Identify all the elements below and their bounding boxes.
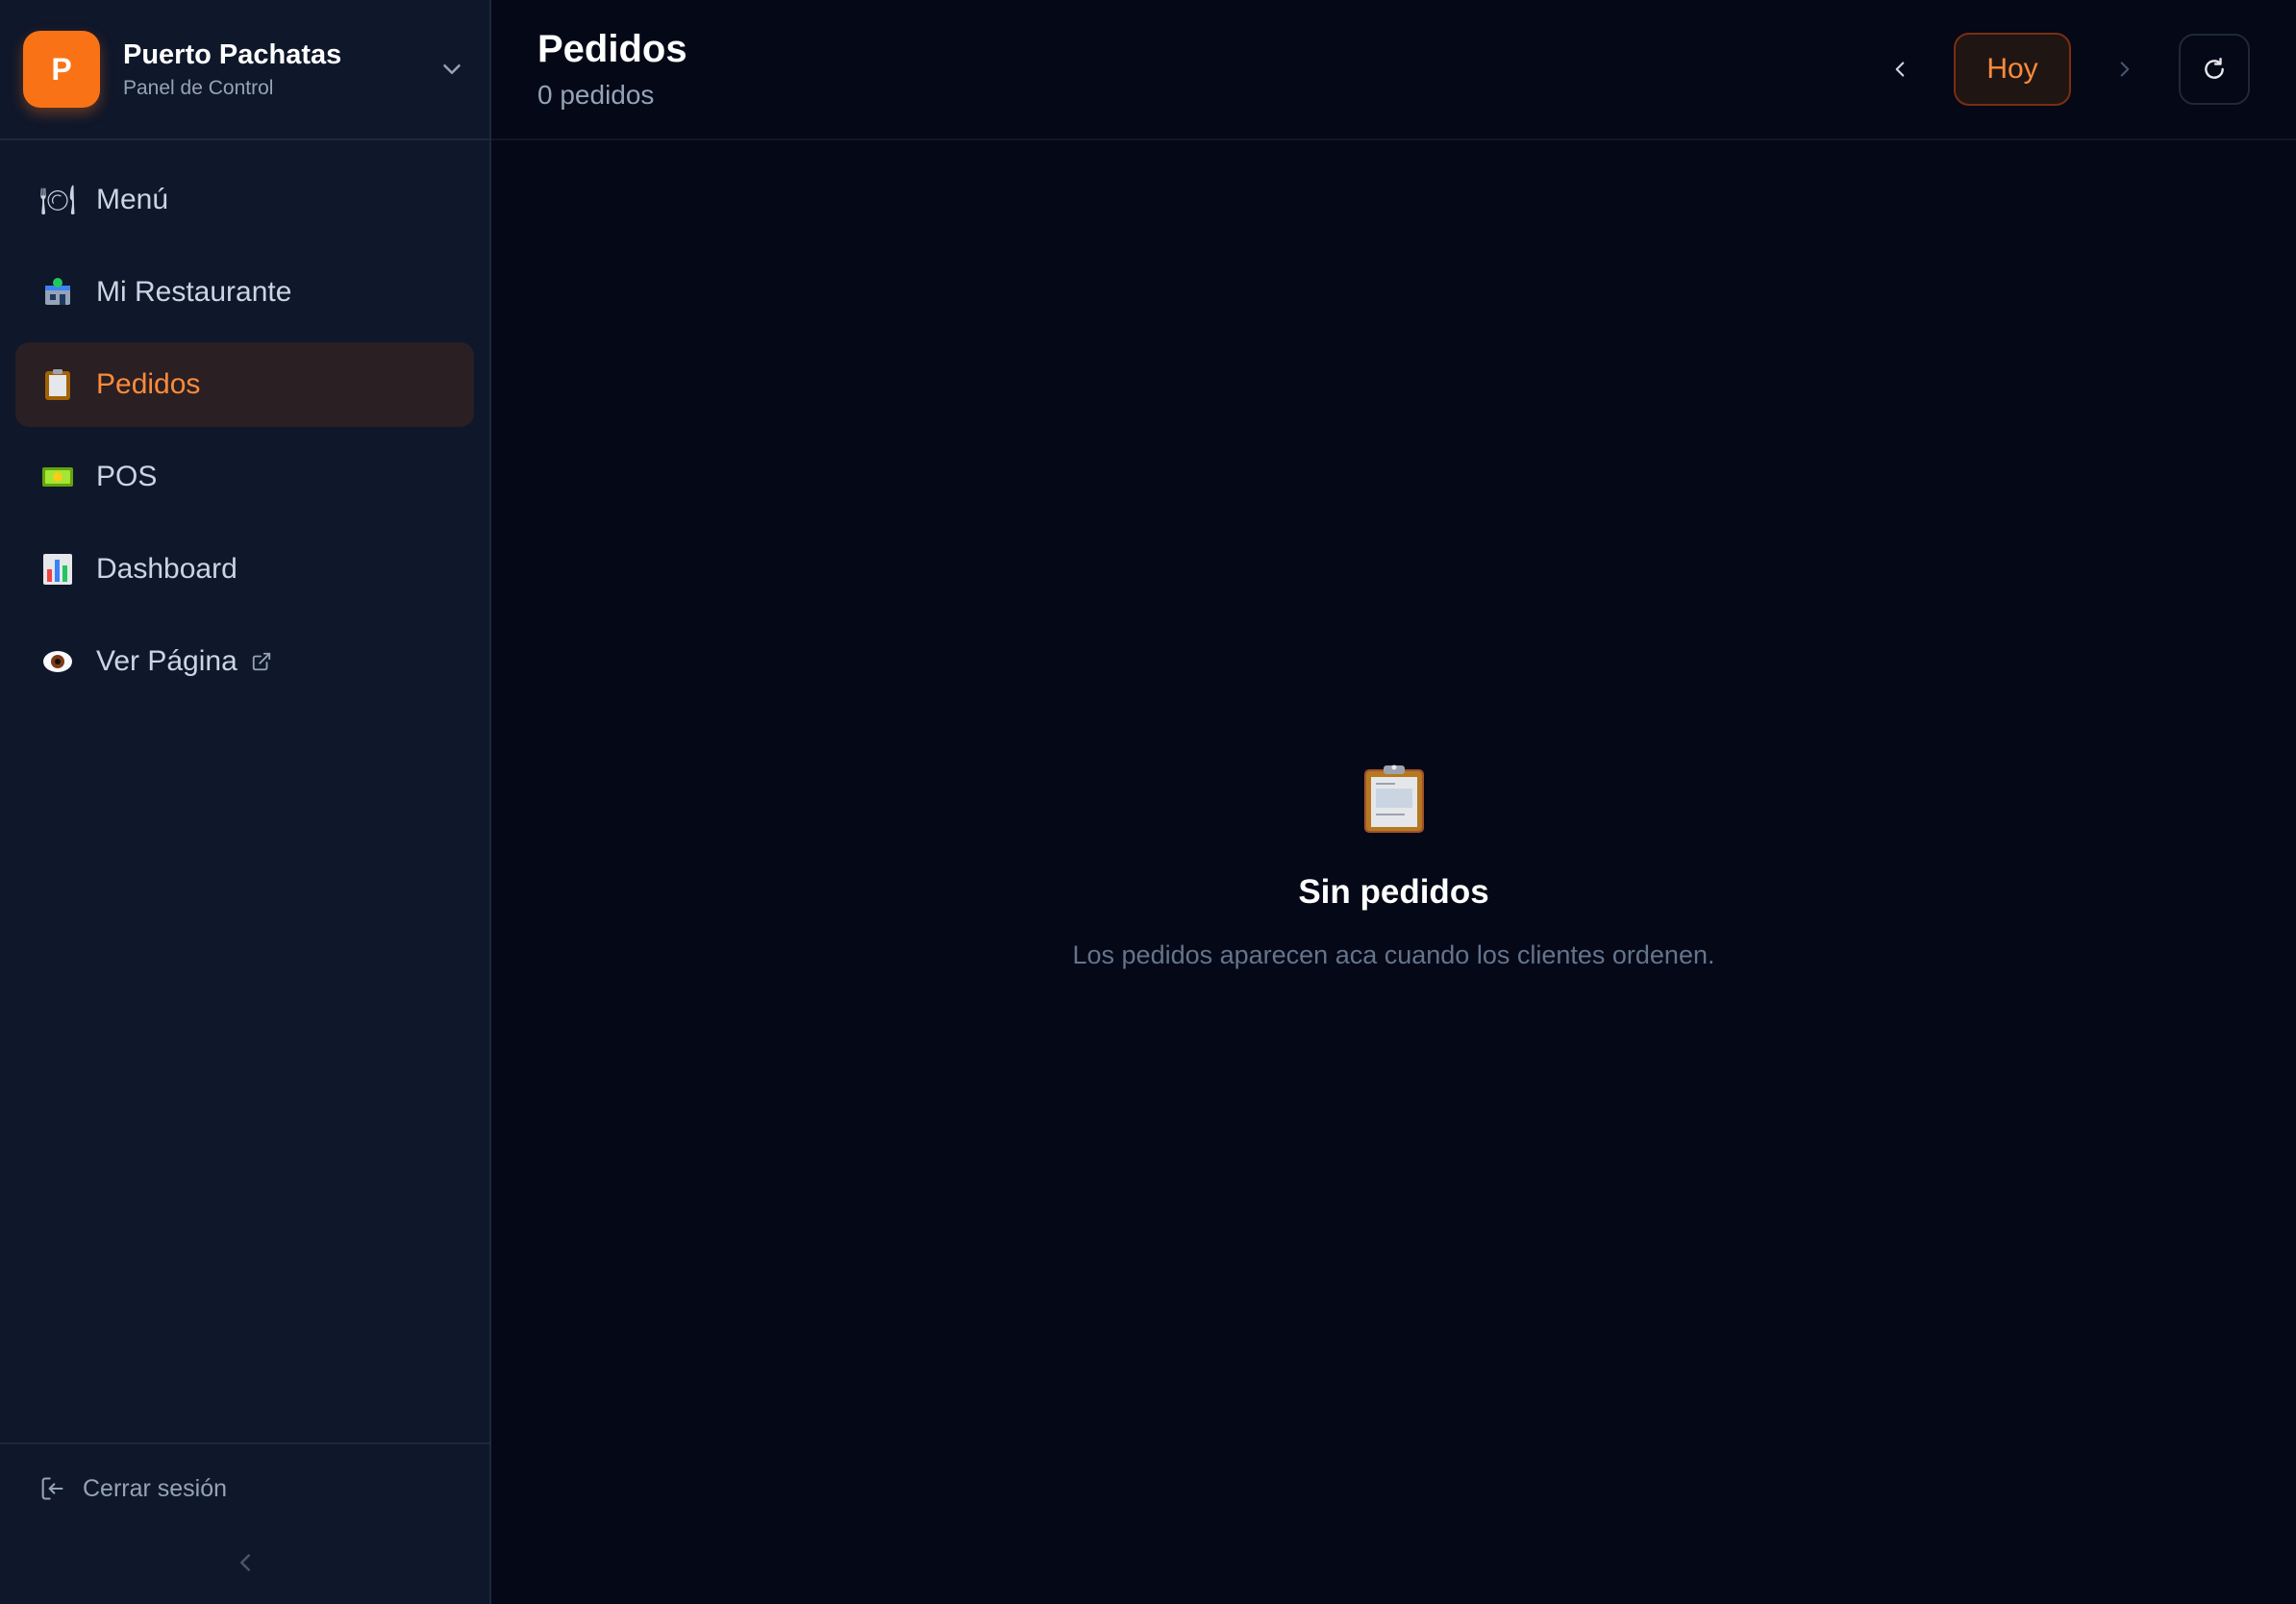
- brand-switcher[interactable]: P Puerto Pachatas Panel de Control: [0, 0, 489, 140]
- empty-state-description: Los pedidos aparecen aca cuando los clie…: [1072, 940, 1715, 969]
- sidebar-item-pedidos[interactable]: Pedidos: [15, 342, 474, 427]
- page-title: Pedidos: [537, 28, 687, 70]
- sidebar-nav: 🍽 Menú Mi Restaurante Pedidos POS Dashbo…: [0, 140, 489, 1442]
- orders-count: 0 pedidos: [537, 80, 655, 110]
- sidebar: P Puerto Pachatas Panel de Control 🍽 Men…: [0, 0, 491, 1604]
- page-header: Pedidos 0 pedidos Hoy: [491, 0, 2296, 140]
- logout-icon: [41, 1477, 63, 1500]
- orders-content: Sin pedidos Los pedidos aparecen aca cua…: [491, 140, 2296, 1604]
- empty-state-title: Sin pedidos: [1298, 873, 1489, 911]
- restaurant-building-icon: [38, 273, 77, 312]
- bar-chart-icon: [38, 550, 77, 589]
- sidebar-item-label: Menú: [96, 184, 169, 215]
- sidebar-item-label: Ver Página: [96, 645, 237, 677]
- sidebar-item-dashboard[interactable]: Dashboard: [15, 527, 474, 612]
- clipboard-icon: [38, 365, 77, 404]
- sidebar-item-label: Pedidos: [96, 368, 201, 400]
- chevron-right-icon: [2120, 62, 2130, 77]
- sidebar-item-pos[interactable]: POS: [15, 435, 474, 519]
- external-link-icon: [252, 652, 270, 671]
- sidebar-item-label: Dashboard: [96, 553, 237, 585]
- restaurant-name: Puerto Pachatas: [123, 38, 342, 70]
- main-panel: Pedidos 0 pedidos Hoy Sin pedidos Los pe…: [491, 0, 2296, 1604]
- sidebar-item-mi-restaurante[interactable]: Mi Restaurante: [15, 250, 474, 335]
- logout-label: Cerrar sesión: [83, 1474, 228, 1502]
- collapse-sidebar-icon[interactable]: [231, 1548, 260, 1577]
- plate-cutlery-icon: 🍽: [38, 183, 77, 217]
- panel-subtitle: Panel de Control: [123, 77, 274, 100]
- logout-button[interactable]: Cerrar sesión: [38, 1469, 451, 1508]
- refresh-button[interactable]: [2179, 34, 2250, 105]
- sidebar-footer: Cerrar sesión: [0, 1442, 489, 1604]
- brand-logo: P: [23, 31, 100, 108]
- money-bill-icon: [38, 458, 77, 496]
- refresh-icon: [2205, 57, 2224, 79]
- chevron-left-icon: [1895, 62, 1905, 77]
- today-button[interactable]: Hoy: [1954, 33, 2071, 106]
- sidebar-item-ver-pagina[interactable]: Ver Página: [15, 619, 474, 704]
- next-day-button[interactable]: [2104, 48, 2146, 90]
- sidebar-item-menu[interactable]: 🍽 Menú: [15, 158, 474, 242]
- sidebar-item-label: POS: [96, 461, 158, 492]
- sidebar-item-label: Mi Restaurante: [96, 276, 292, 308]
- eye-icon: [38, 642, 77, 681]
- previous-day-button[interactable]: [1879, 48, 1921, 90]
- empty-state: Sin pedidos Los pedidos aparecen aca cua…: [491, 764, 2296, 970]
- chevron-down-icon[interactable]: [437, 55, 466, 84]
- clipboard-icon: [1363, 764, 1424, 833]
